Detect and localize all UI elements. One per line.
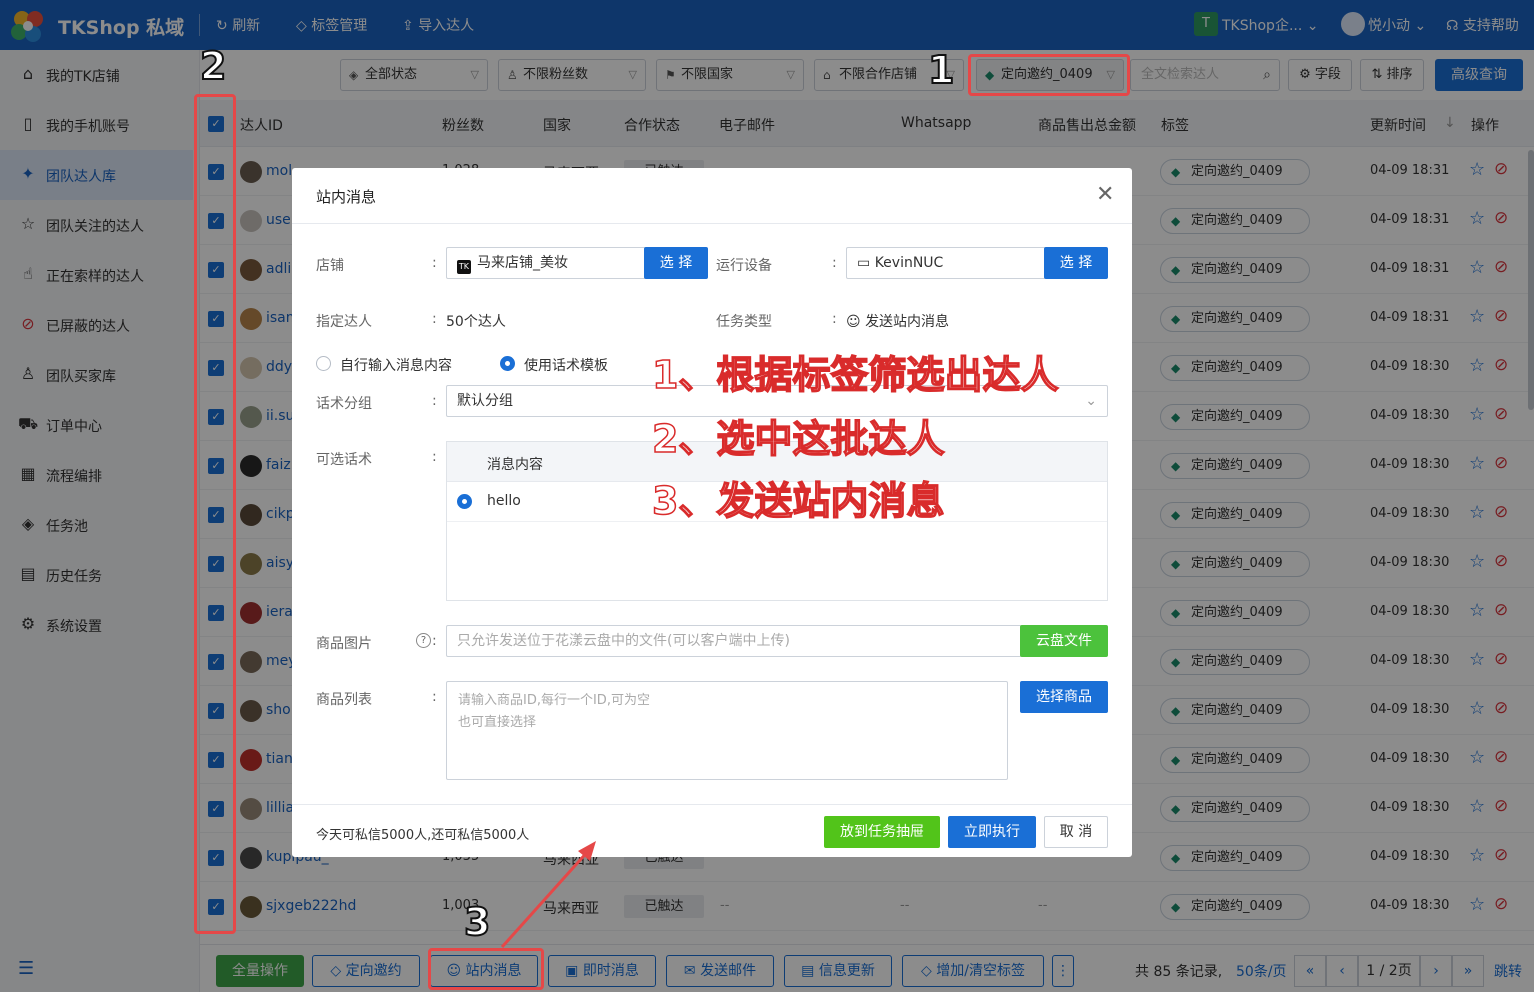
device-label: 运行设备	[716, 258, 772, 274]
annotation-box-2	[194, 94, 236, 934]
image-label: 商品图片	[316, 636, 372, 652]
cloud-files-button[interactable]: 云盘文件	[1020, 625, 1108, 657]
tiktok-icon: TK	[457, 260, 471, 274]
product-placeholder-line1: 请输入商品ID,每行一个ID,可为空	[458, 693, 650, 708]
product-label: 商品列表	[316, 692, 372, 708]
cancel-button[interactable]: 取 消	[1044, 816, 1108, 848]
radio-custom-label[interactable]: 自行输入消息内容	[340, 355, 452, 375]
target-value: 50个达人	[446, 314, 506, 330]
annotation-step-3: 3、发送站内消息	[651, 478, 945, 524]
task-type-value: ☺ 发送站内消息	[846, 311, 949, 331]
select-product-button[interactable]: 选择商品	[1020, 681, 1108, 713]
annotation-step-1: 1、根据标签筛选出达人	[651, 352, 1059, 398]
group-label: 话术分组	[316, 396, 372, 412]
annotation-number-1: 1	[927, 47, 955, 93]
product-placeholder-line2: 也可直接选择	[458, 715, 537, 730]
target-label: 指定达人	[316, 314, 372, 330]
divider	[292, 804, 1132, 805]
scripts-label: 可选话术	[316, 452, 372, 468]
run-now-button[interactable]: 立即执行	[948, 816, 1036, 848]
annotation-box-1	[968, 54, 1130, 96]
annotation-number-3: 3	[463, 899, 491, 945]
task-type-label: 任务类型	[716, 314, 772, 330]
script-radio[interactable]	[457, 494, 472, 509]
monitor-icon: ▭	[857, 255, 871, 271]
to-task-drawer-button[interactable]: 放到任务抽屉	[824, 816, 940, 848]
colon: :	[432, 255, 437, 271]
colon: :	[432, 633, 437, 649]
product-textarea[interactable]: 请输入商品ID,每行一个ID,可为空 也可直接选择	[446, 681, 1008, 780]
divider	[292, 223, 1132, 224]
colon: :	[432, 689, 437, 705]
annotation-arrow	[500, 841, 596, 949]
shop-value: 马来店铺_美妆	[477, 255, 568, 271]
radio-template-label[interactable]: 使用话术模板	[524, 355, 608, 375]
chat-icon: ☺	[846, 314, 861, 330]
shop-label: 店铺	[316, 258, 344, 274]
annotation-step-2: 2、选中这批达人	[651, 416, 945, 462]
help-icon[interactable]: ?	[416, 633, 431, 648]
colon: :	[432, 311, 437, 327]
group-value: 默认分组	[457, 393, 513, 409]
close-icon[interactable]: ✕	[1096, 182, 1114, 207]
task-type-text: 发送站内消息	[865, 314, 950, 330]
colon: :	[432, 449, 437, 465]
radio-custom[interactable]	[316, 356, 331, 371]
image-input[interactable]: 只允许发送位于花漾云盘中的文件(可以客户端中上传)	[446, 625, 1022, 657]
select-device-button[interactable]: 选 择	[1044, 247, 1108, 279]
shop-field[interactable]: TK 马来店铺_美妆	[446, 247, 646, 279]
colon: :	[832, 255, 837, 271]
dialog-title: 站内消息	[316, 188, 377, 206]
script-text: hello	[487, 493, 521, 509]
app-root: TKShop 私域 ↻ 刷新 ◇ 标签管理 ⇪ 导入达人 T TKShop企..…	[0, 0, 1534, 992]
device-field[interactable]: ▭ KevinNUC	[846, 247, 1046, 279]
device-value: KevinNUC	[874, 255, 944, 271]
annotation-number-2: 2	[199, 43, 227, 89]
col-content: 消息内容	[487, 457, 543, 473]
colon: :	[832, 311, 837, 327]
chevron-down-icon: ⌄	[1085, 393, 1097, 409]
radio-template[interactable]	[500, 356, 515, 371]
select-shop-button[interactable]: 选 择	[644, 247, 708, 279]
colon: :	[432, 393, 437, 409]
